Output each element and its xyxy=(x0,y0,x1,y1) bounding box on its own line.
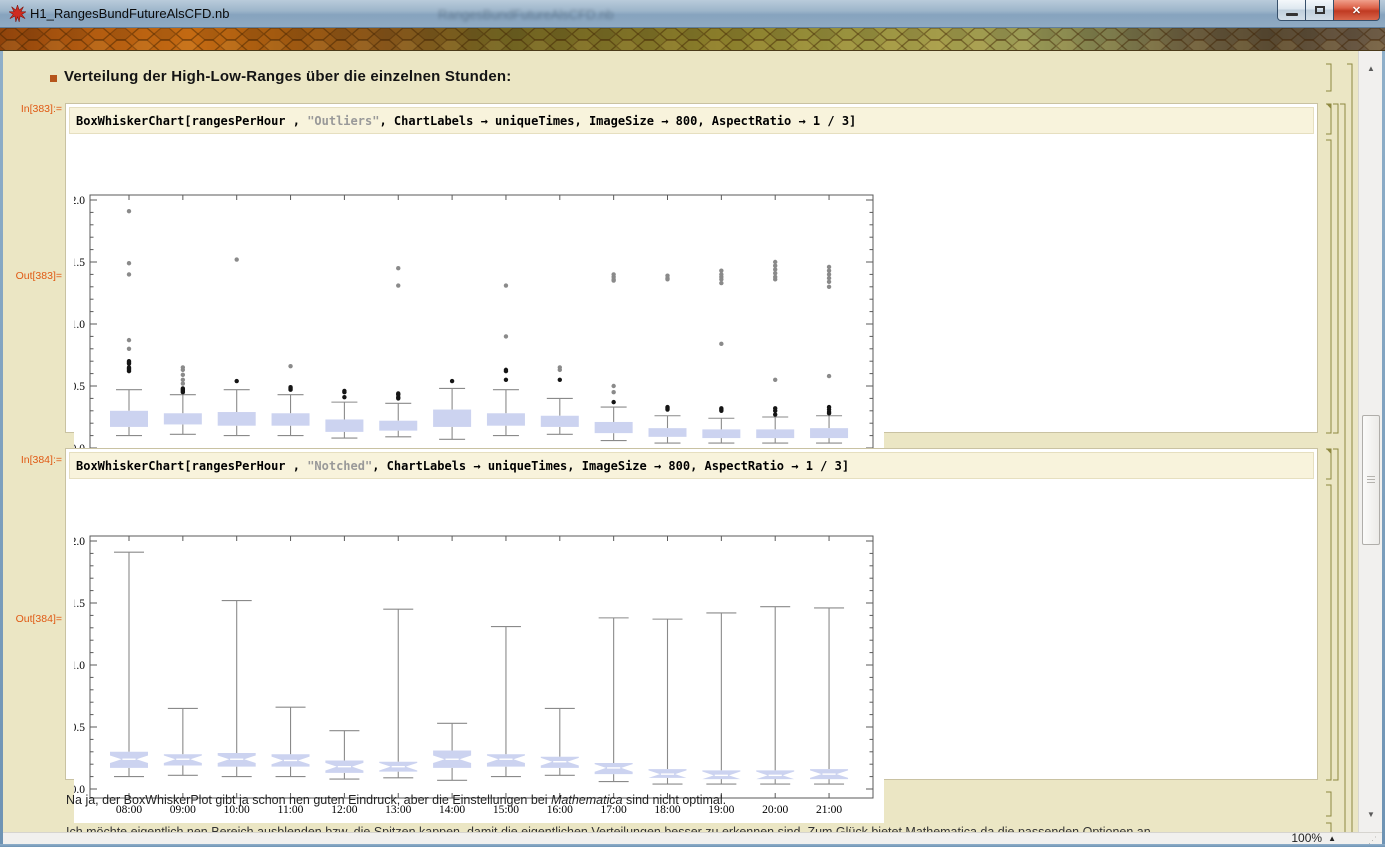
close-button[interactable]: ✕ xyxy=(1334,0,1380,21)
svg-text:1.0: 1.0 xyxy=(74,660,85,672)
mathematica-notebook-window: H1_RangesBundFutureAlsCFD.nb RangesBundF… xyxy=(0,0,1385,847)
comment-italic: Mathematica xyxy=(551,793,623,807)
clipped-text-cell[interactable]: Ich möchte eigentlich nen Bereich ausble… xyxy=(66,825,1336,832)
titlebar-ghost-text: RangesBundFutureAlsCFD.nb xyxy=(438,7,614,22)
minimize-icon xyxy=(1286,13,1298,16)
out-label-383: Out[383]= xyxy=(3,270,62,282)
thumb-grip xyxy=(1367,476,1375,477)
input-cell-383[interactable]: BoxWhiskerChart[rangesPerHour , "Outlier… xyxy=(69,107,1314,134)
hexagon-pattern xyxy=(0,28,1385,50)
in-label-383: In[383]:= xyxy=(3,103,62,115)
zoom-menu-arrow-icon: ▲ xyxy=(1328,834,1336,843)
input-cell-384[interactable]: BoxWhiskerChart[rangesPerHour , "Notched… xyxy=(69,452,1314,479)
close-icon: ✕ xyxy=(1352,4,1361,17)
scroll-down-button[interactable]: ▼ xyxy=(1361,805,1381,824)
svg-text:21:00: 21:00 xyxy=(816,804,842,816)
vertical-scrollbar[interactable]: ▲ ▼ xyxy=(1358,51,1382,832)
cell-group-383: BoxWhiskerChart[rangesPerHour , "Outlier… xyxy=(65,103,1318,433)
scroll-up-icon: ▲ xyxy=(1367,64,1375,73)
resize-grip[interactable]: ⋰ xyxy=(1368,835,1378,846)
status-bar: 100% ▲ ⋰ xyxy=(3,832,1382,844)
scrollbar-thumb[interactable] xyxy=(1362,415,1380,545)
scroll-up-button[interactable]: ▲ xyxy=(1361,59,1381,78)
svg-text:1.5: 1.5 xyxy=(74,257,85,269)
maximize-icon xyxy=(1315,6,1325,14)
section-bullet-icon xyxy=(50,75,57,82)
svg-text:20:00: 20:00 xyxy=(762,804,788,816)
boxwhisker-chart-notched: 0.00.51.01.52.008:0009:0010:0011:0012:00… xyxy=(74,531,884,823)
comment-before: Na ja, der BoxWhiskerPlot gibt ja schon … xyxy=(66,793,551,807)
scroll-down-icon: ▼ xyxy=(1367,810,1375,819)
cell-group-384: BoxWhiskerChart[rangesPerHour , "Notched… xyxy=(65,448,1318,780)
out-label-384: Out[384]= xyxy=(3,613,62,625)
window-controls: ✕ xyxy=(1277,0,1380,21)
boxwhisker-chart-outliers: 0.00.51.01.52.008:0009:0010:0011:0012:00… xyxy=(74,190,884,482)
cell-brackets[interactable] xyxy=(1321,51,1357,832)
notebook-banner xyxy=(0,28,1385,51)
svg-text:1.5: 1.5 xyxy=(74,598,85,610)
notebook-page: Verteilung der High-Low-Ranges über die … xyxy=(3,51,1358,832)
maximize-button[interactable] xyxy=(1306,0,1334,21)
section-heading: Verteilung der High-Low-Ranges über die … xyxy=(64,68,511,85)
svg-text:0.5: 0.5 xyxy=(74,381,85,393)
clipped-text-line: Ich möchte eigentlich nen Bereich ausble… xyxy=(66,825,1336,832)
thumb-grip xyxy=(1367,479,1375,480)
window-title: H1_RangesBundFutureAlsCFD.nb xyxy=(30,6,229,21)
zoom-level-value: 100% xyxy=(1291,831,1322,845)
mathematica-spikey-icon xyxy=(9,5,26,22)
titlebar[interactable]: H1_RangesBundFutureAlsCFD.nb RangesBundF… xyxy=(0,0,1385,28)
comment-after: sind nicht optimal. xyxy=(623,793,727,807)
svg-text:0.5: 0.5 xyxy=(74,722,85,734)
in-label-384: In[384]:= xyxy=(3,454,62,466)
svg-text:1.0: 1.0 xyxy=(74,319,85,331)
svg-text:2.0: 2.0 xyxy=(74,536,85,548)
magnification-control[interactable]: 100% ▲ xyxy=(1291,831,1336,845)
comment-text-cell[interactable]: Na ja, der BoxWhiskerPlot gibt ja schon … xyxy=(66,793,726,807)
minimize-button[interactable] xyxy=(1277,0,1306,21)
thumb-grip xyxy=(1367,482,1375,483)
svg-text:2.0: 2.0 xyxy=(74,195,85,207)
